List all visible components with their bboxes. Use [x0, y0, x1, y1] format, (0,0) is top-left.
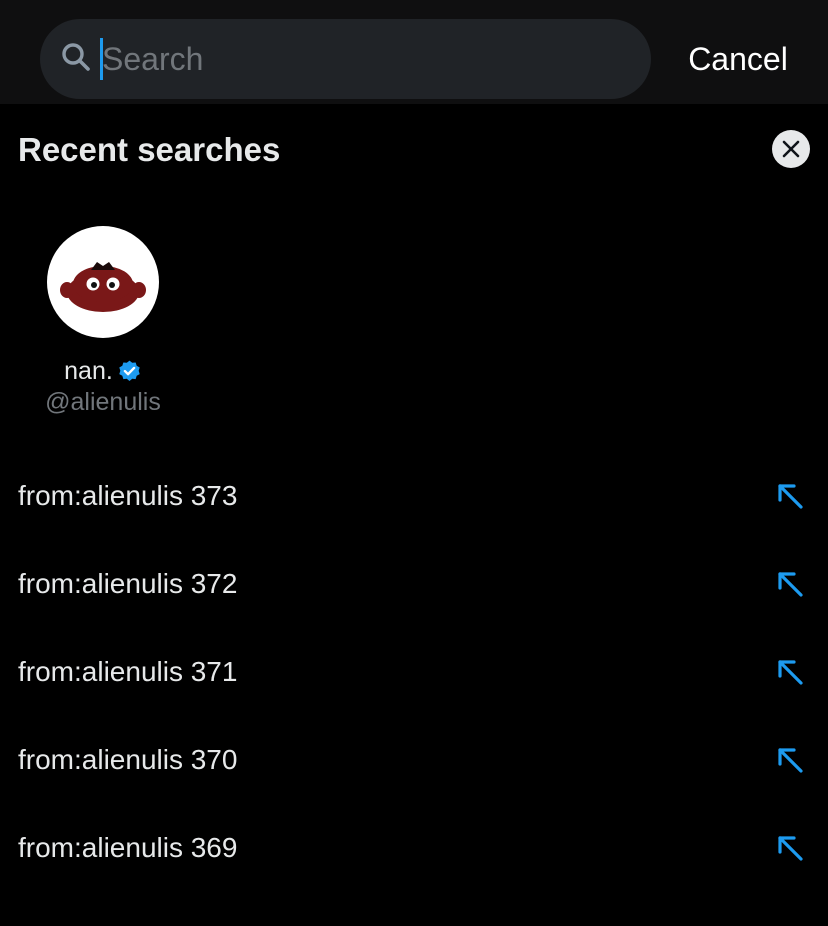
recent-search-item[interactable]: from:alienulis 371 [0, 628, 828, 716]
red-alien-avatar [60, 262, 146, 312]
arrow-up-left-icon[interactable] [776, 746, 806, 776]
recent-search-item[interactable]: from:alienulis 369 [0, 804, 828, 892]
clear-recent-searches-button[interactable] [772, 130, 810, 168]
recent-search-item[interactable]: from:alienulis 372 [0, 540, 828, 628]
user-handle: @alienulis [45, 388, 161, 416]
recent-search-text: from:alienulis 373 [18, 480, 238, 511]
user-name-row: nan. [18, 354, 188, 388]
recent-searches-title: Recent searches [18, 131, 281, 168]
arrow-up-left-icon[interactable] [776, 482, 806, 512]
recent-search-list: from:alienulis 373 from:alienulis 372 fr… [0, 452, 828, 892]
recent-search-text: from:alienulis 370 [18, 744, 238, 775]
arrow-up-left-icon[interactable] [776, 570, 806, 600]
cancel-button[interactable]: Cancel [670, 36, 806, 82]
verified-badge-icon [119, 360, 140, 381]
arrow-up-left-icon[interactable] [776, 658, 806, 688]
search-input[interactable] [102, 36, 622, 82]
user-display-name: nan. [64, 356, 113, 385]
arrow-up-left-icon[interactable] [776, 834, 806, 864]
recent-search-item[interactable]: from:alienulis 373 [0, 452, 828, 540]
avatar [47, 226, 159, 338]
recent-search-text: from:alienulis 372 [18, 568, 238, 599]
recent-user-card[interactable]: nan. @alienulis [18, 226, 188, 426]
recent-search-text: from:alienulis 371 [18, 656, 238, 687]
recent-search-text: from:alienulis 369 [18, 832, 238, 863]
recent-search-item[interactable]: from:alienulis 370 [0, 716, 828, 804]
close-icon [782, 140, 800, 158]
search-icon [62, 43, 90, 71]
